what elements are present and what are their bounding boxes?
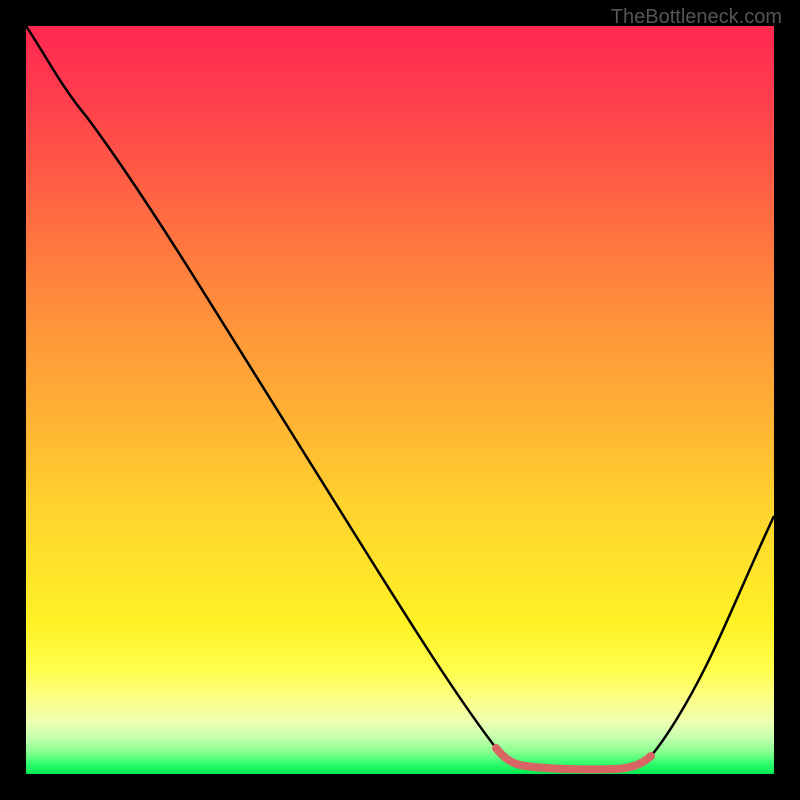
valley-marker-right — [616, 756, 651, 769]
watermark-text: TheBottleneck.com — [611, 6, 782, 29]
valley-marker-left — [496, 748, 526, 766]
valley-marker-bottom — [526, 766, 616, 769]
chart-container — [26, 26, 774, 774]
chart-svg — [26, 26, 774, 774]
bottleneck-curve-path — [26, 26, 774, 769]
